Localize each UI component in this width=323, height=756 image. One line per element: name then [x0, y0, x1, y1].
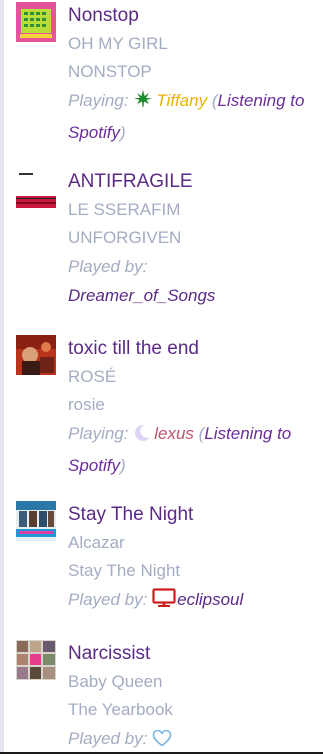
user-link[interactable]: Tiffany [156, 91, 207, 110]
track-artist[interactable]: Baby Queen [68, 668, 318, 696]
track-artist[interactable]: Alcazar [68, 529, 318, 557]
album-cover-nonstop[interactable] [16, 2, 56, 42]
track-album[interactable]: The Yearbook [68, 696, 318, 724]
playback-status: Playing: lexus (Listening to Spotify) [68, 422, 292, 475]
moon-icon [133, 422, 151, 451]
playback-status: Played by: Dreamer_of_Songs [68, 252, 318, 310]
status-label: Playing: [68, 424, 129, 443]
status-label: Playing: [68, 91, 129, 110]
status-label: Played by: [68, 257, 148, 276]
track-artist[interactable]: ROSÉ [68, 363, 318, 391]
track-album[interactable]: Stay The Night [68, 557, 318, 585]
track-title[interactable]: toxic till the end [68, 335, 318, 363]
monitor-icon [152, 588, 176, 617]
track-album[interactable]: NONSTOP [68, 58, 318, 86]
track-album[interactable]: UNFORGIVEN [68, 224, 318, 252]
leaf-icon [133, 89, 153, 118]
playback-status: Playing: Tiffany (Listening to Spotify) [68, 89, 305, 142]
user-link[interactable]: eclipsoul [177, 590, 243, 609]
album-cover-the-yearbook[interactable] [16, 640, 56, 680]
status-label: Played by: [68, 590, 148, 609]
track-title[interactable]: Stay The Night [68, 501, 318, 529]
album-cover-stay-the-night[interactable] [16, 501, 56, 541]
playback-status: Played by: eclipsoul [68, 585, 318, 617]
track-title[interactable]: ANTIFRAGILE [68, 168, 318, 196]
track-title[interactable]: Nonstop [68, 2, 318, 30]
track-artist[interactable]: OH MY GIRL [68, 30, 318, 58]
left-rail [0, 0, 4, 754]
album-cover-rosie[interactable] [16, 335, 56, 375]
user-link[interactable]: Dreamer_of_Songs [68, 286, 215, 305]
track-album[interactable]: rosie [68, 391, 318, 419]
status-label: Played by: [68, 729, 148, 748]
user-link[interactable]: lexus [154, 424, 194, 443]
track-title[interactable]: Narcissist [68, 640, 318, 668]
track-artist[interactable]: LE SSERAFIM [68, 196, 318, 224]
album-cover-unforgiven[interactable] [16, 168, 56, 208]
